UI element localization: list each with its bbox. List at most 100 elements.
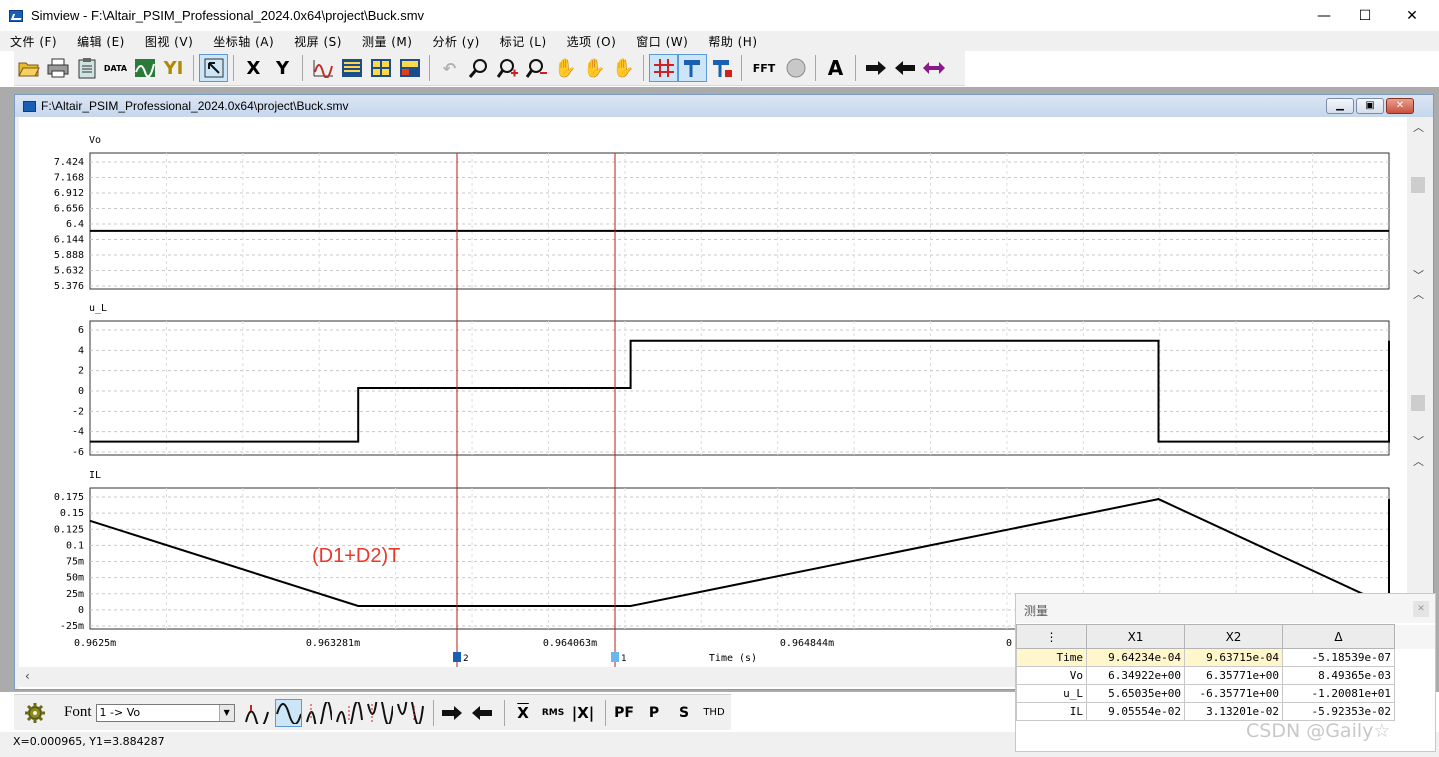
maximize-button[interactable]: ☐ [1342,0,1388,31]
toolbar-separator [504,699,506,726]
table-row[interactable]: IL 9.05554e-02 3.13201e-02 -5.92353e-02 [1016,702,1435,721]
plot-title: Vo [89,135,101,146]
horizontal-scrollbar[interactable]: ‹ [19,667,1029,687]
zoom-in-icon[interactable] [493,54,522,82]
arrow-left-icon[interactable] [890,54,919,82]
menu-axis[interactable]: 坐标轴 (A) [213,33,274,50]
next-arrow-icon[interactable] [439,699,465,727]
thd-button[interactable]: THD [701,699,727,727]
y-axis-icon[interactable]: YI [159,54,188,82]
x-axis-button[interactable]: X [239,54,268,82]
y-tick-label: -25m [60,621,84,632]
select-arrow-icon[interactable] [199,54,228,82]
measure-close-icon[interactable]: ✕ [1413,601,1429,617]
table-row[interactable]: u_L 5.65035e+00 -6.35771e+00 -1.20081e+0… [1016,684,1435,703]
menu-edit[interactable]: 编辑 (E) [77,33,125,50]
p-button[interactable]: P [641,699,667,727]
cell-delta: -5.18539e-07 [1282,648,1395,667]
column-header-x1: X1 [1086,624,1185,649]
pf-button[interactable]: PF [611,699,637,727]
menu-file[interactable]: 文件 (F) [10,33,57,50]
toolbar-separator [193,55,194,81]
peak-icon[interactable] [244,699,271,727]
pan-free-icon[interactable]: ✋ [609,54,638,82]
menu-screen[interactable]: 视屏 (S) [294,33,342,50]
chevron-down-icon[interactable]: ▼ [218,704,234,721]
menu-help[interactable]: 帮助 (H) [708,33,757,50]
s-button[interactable]: S [671,699,697,727]
zoom-icon[interactable] [464,54,493,82]
cursor-probe-2-icon[interactable] [707,54,736,82]
scroll-left-icon[interactable]: ‹ [25,669,30,683]
row-label: Vo [1016,666,1087,685]
table-row[interactable]: Vo 6.34922e+00 6.35771e+00 8.49365e-03 [1016,666,1435,685]
grid-layout-icon[interactable] [366,54,395,82]
column-header-filler [1394,624,1435,649]
close-button[interactable]: ✕ [1389,0,1435,31]
min-marker-icon[interactable] [366,699,394,727]
data-icon[interactable]: DATA [101,54,130,82]
menu-view[interactable]: 图视 (V) [145,33,193,50]
rms-button[interactable]: RMS [540,699,566,727]
text-tool-button[interactable]: A [821,54,850,82]
cell-x2: 9.63715e-04 [1184,648,1283,667]
lock-icon[interactable] [1394,648,1435,667]
cell-x2: -6.35771e+00 [1184,684,1283,703]
child-close-button[interactable]: ✕ [1386,98,1414,114]
screen-layout-icon[interactable] [337,54,366,82]
menu-measure[interactable]: 测量 (M) [362,33,413,50]
cell-delta: 8.49365e-03 [1282,666,1395,685]
clipboard-icon[interactable] [72,54,101,82]
arrow-both-icon[interactable] [919,54,948,82]
disc-icon[interactable] [781,54,810,82]
cursor-grid-icon[interactable] [649,54,678,82]
pan-hand-red-icon[interactable]: ✋ [580,54,609,82]
screen-edit-icon[interactable] [395,54,424,82]
waveform-window-title-bar: F:\Altair_PSIM_Professional_2024.0x64\pr… [15,95,1433,117]
toolbar-separator [741,55,742,81]
add-curve-icon[interactable] [130,54,159,82]
measure-menu-icon[interactable]: ⋮ [1016,624,1087,649]
cell-x1: 6.34922e+00 [1086,666,1185,685]
cursor-probe-icon[interactable] [678,54,707,82]
status-text: X=0.000965, Y1=3.884287 [13,735,165,748]
menu-options[interactable]: 选项 (O) [567,33,617,50]
menu-analysis[interactable]: 分析 (y) [432,33,479,50]
y-tick-label: 5.632 [54,266,84,277]
y-tick-label: 5.376 [54,281,84,292]
y-tick-label: 2 [78,366,84,377]
max-marker-icon[interactable] [305,699,333,727]
scroll-thumb [1411,395,1425,411]
open-folder-icon[interactable] [14,54,43,82]
abs-average-button[interactable]: |X| [570,699,596,727]
wave-select-icon[interactable] [274,698,302,727]
print-icon[interactable] [43,54,72,82]
menu-window[interactable]: 窗口 (W) [636,33,688,50]
plot-curve-icon[interactable] [308,54,337,82]
pan-hand-icon[interactable]: ✋ [551,54,580,82]
local-min-icon[interactable] [397,699,425,727]
prev-arrow-icon[interactable] [469,699,495,727]
waveform-plots[interactable]: Vo 7.424 7.168 6.912 6.656 6.4 6.144 5.888 5.632… [19,117,1407,668]
zoom-out-icon[interactable] [522,54,551,82]
y-axis-button[interactable]: Y [268,54,297,82]
fft-button[interactable]: FFT [747,54,781,82]
row-label: IL [1016,702,1087,721]
local-max-icon[interactable] [336,699,363,727]
scroll-thumb [1411,177,1425,193]
curve-select[interactable]: 1 -> Vo ▼ [95,703,235,722]
simview-doc-icon [23,100,36,112]
minimize-button[interactable]: — [1301,0,1347,31]
toolbar-separator [233,55,234,81]
undo-icon[interactable]: ↶ [435,54,464,82]
data-icon-label: DATA [103,63,128,73]
average-button[interactable]: X [510,699,536,727]
table-row[interactable]: Time 9.64234e-04 9.63715e-04 -5.18539e-0… [1016,648,1435,667]
menu-label[interactable]: 标记 (L) [500,33,547,50]
arrow-right-icon[interactable] [861,54,890,82]
settings-gear-icon[interactable] [22,699,48,727]
x-tick-label: 0.964063m [543,638,597,649]
y-tick-label: 5.888 [54,250,84,261]
child-restore-button[interactable]: ▣ [1356,98,1384,114]
child-minimize-button[interactable]: ▁ [1326,98,1354,114]
